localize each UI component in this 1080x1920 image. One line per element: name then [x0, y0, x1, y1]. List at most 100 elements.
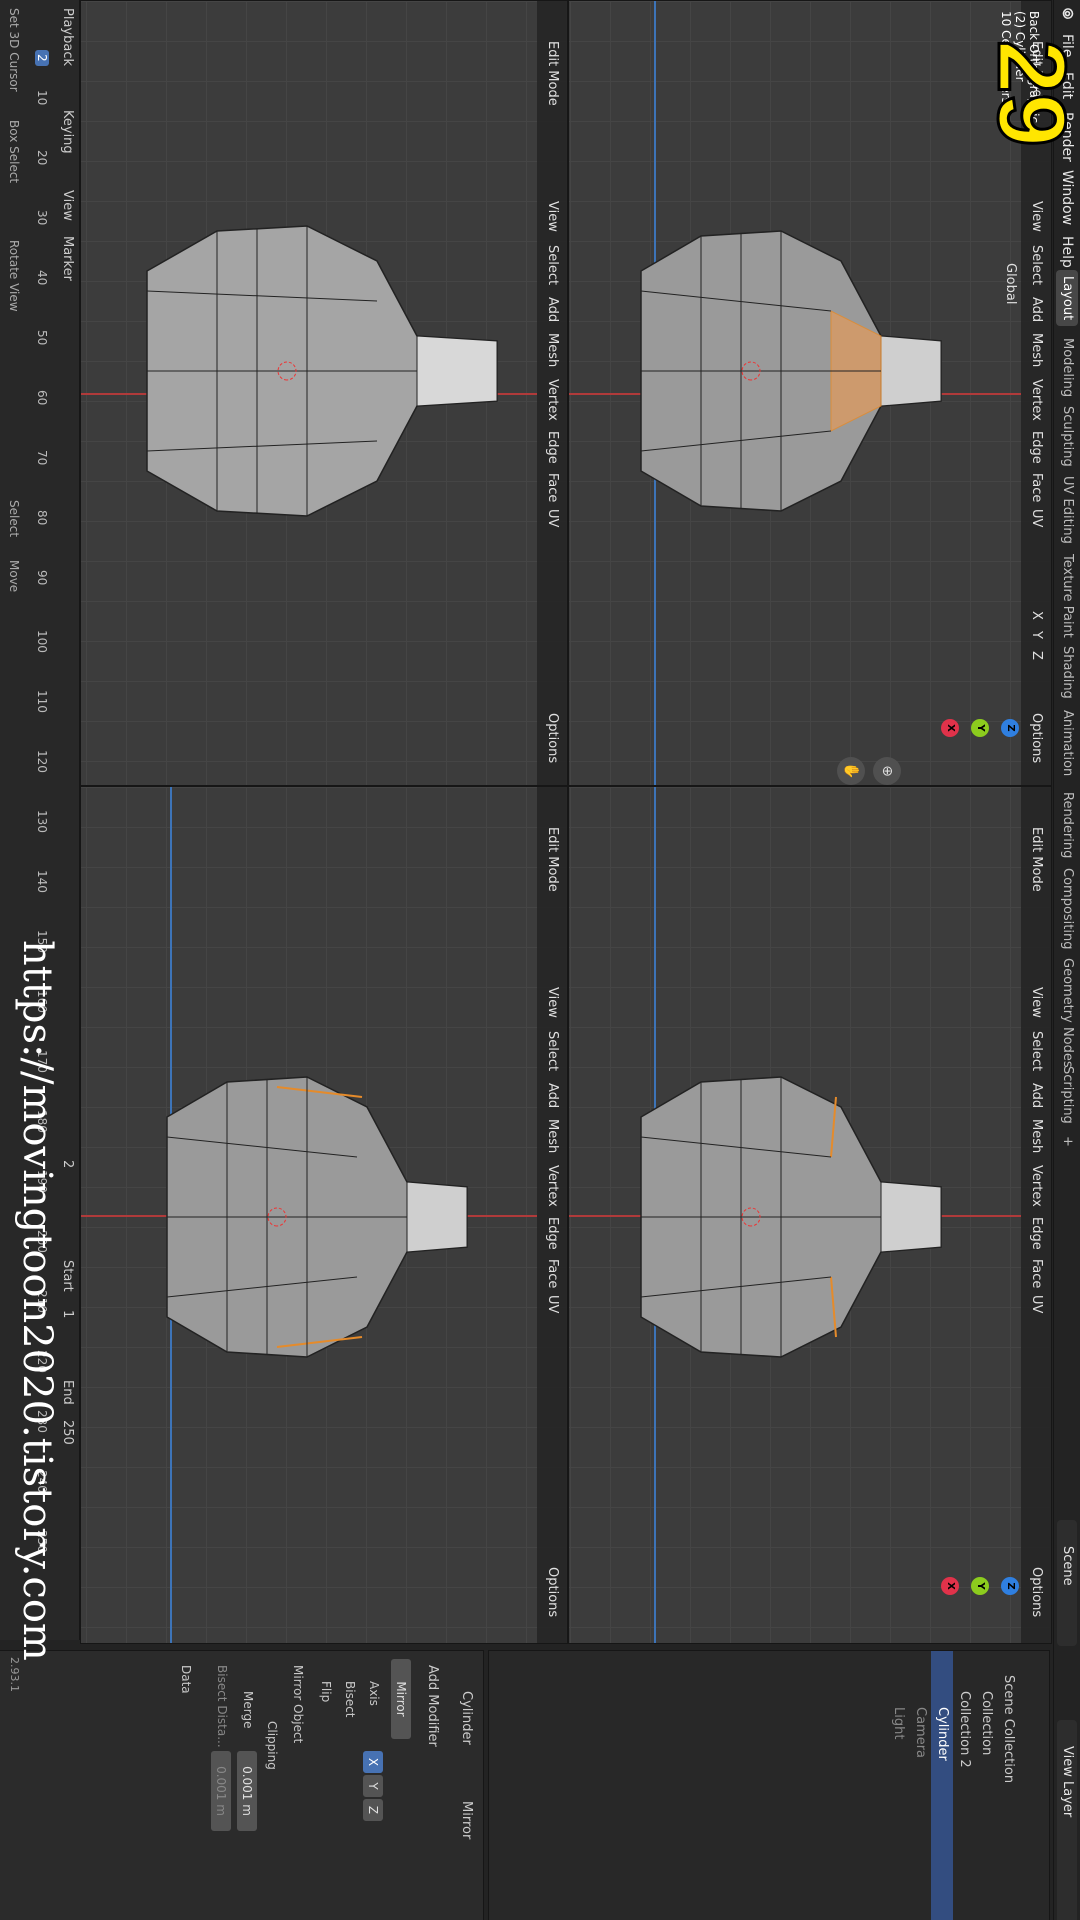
mesh-menu[interactable]: Mesh: [545, 1119, 560, 1153]
outliner-cylinder[interactable]: Cylinder: [931, 1651, 953, 1920]
gizmo-x-axis[interactable]: X: [941, 719, 959, 737]
gizmo-x-axis[interactable]: X: [941, 1577, 959, 1595]
tab-uv-editing[interactable]: UV Editing: [1056, 470, 1078, 550]
tab-modeling[interactable]: Modeling: [1056, 332, 1078, 403]
keying-menu[interactable]: Keying: [60, 110, 75, 154]
uv-menu[interactable]: UV: [545, 509, 560, 527]
add-menu[interactable]: Add: [545, 1083, 560, 1108]
view-menu[interactable]: View: [1029, 201, 1044, 232]
view-menu[interactable]: View: [1029, 987, 1044, 1018]
vertex-menu[interactable]: Vertex: [1029, 379, 1044, 421]
select-menu[interactable]: Select: [545, 1031, 560, 1071]
menu-window[interactable]: Window: [1059, 170, 1075, 225]
face-menu[interactable]: Face: [1029, 473, 1044, 502]
orientation-dropdown[interactable]: Global: [1003, 263, 1018, 304]
edge-menu[interactable]: Edge: [1029, 431, 1044, 464]
axis-x-toggle[interactable]: X: [1029, 611, 1044, 620]
outliner-scene-collection[interactable]: Scene Collection: [997, 1651, 1019, 1920]
vertex-menu[interactable]: Vertex: [545, 1165, 560, 1207]
tab-compositing[interactable]: Compositing: [1056, 862, 1078, 956]
uv-menu[interactable]: UV: [545, 1295, 560, 1313]
scene-selector[interactable]: Scene: [1057, 1520, 1077, 1646]
tab-scripting[interactable]: Scripting: [1056, 1060, 1078, 1130]
uv-menu[interactable]: UV: [1029, 1295, 1044, 1313]
clipping-checkbox[interactable]: Clipping: [265, 1721, 279, 1770]
tab-sculpting[interactable]: Sculpting: [1056, 400, 1078, 473]
tab-geometry-nodes[interactable]: Geometry Nodes: [1056, 952, 1078, 1074]
vertex-menu[interactable]: Vertex: [1029, 1165, 1044, 1207]
face-menu[interactable]: Face: [545, 473, 560, 502]
edge-menu[interactable]: Edge: [1029, 1217, 1044, 1250]
mesh-menu[interactable]: Mesh: [1029, 1119, 1044, 1153]
mode-selector[interactable]: Edit Mode: [1029, 827, 1044, 892]
gizmo-y-axis[interactable]: Y: [971, 1577, 989, 1595]
gizmo-y-axis[interactable]: Y: [971, 719, 989, 737]
viewport-bottom-left[interactable]: Edit Mode View Select Add Mesh Vertex Ed…: [80, 0, 568, 786]
vertex-menu[interactable]: Vertex: [545, 379, 560, 421]
blender-logo-icon[interactable]: ⦾: [1059, 8, 1075, 19]
add-menu[interactable]: Add: [1029, 297, 1044, 322]
axis-y-toggle[interactable]: Y: [363, 1775, 383, 1797]
select-menu[interactable]: Select: [545, 245, 560, 285]
tab-rendering[interactable]: Rendering: [1056, 786, 1078, 864]
uv-menu[interactable]: UV: [1029, 509, 1044, 527]
select-menu[interactable]: Select: [1029, 1031, 1044, 1071]
start-field[interactable]: 1: [60, 1310, 75, 1318]
options-dropdown[interactable]: Options: [545, 1567, 560, 1617]
add-modifier-dropdown[interactable]: Add Modifier: [421, 1651, 443, 1920]
outliner-collection[interactable]: Collection: [975, 1651, 997, 1920]
axis-z-toggle[interactable]: Z: [363, 1799, 383, 1821]
mesh-menu[interactable]: Mesh: [545, 333, 560, 367]
mode-selector[interactable]: Edit Mode: [545, 41, 560, 106]
face-menu[interactable]: Face: [545, 1259, 560, 1288]
face-menu[interactable]: Face: [1029, 1259, 1044, 1288]
data-subpanel[interactable]: Data: [179, 1665, 193, 1694]
bisect-distance-field[interactable]: 0.001 m: [211, 1751, 231, 1831]
edge-menu[interactable]: Edge: [545, 431, 560, 464]
menu-help[interactable]: Help: [1059, 236, 1075, 268]
marker-menu[interactable]: Marker: [60, 236, 75, 281]
current-frame-marker[interactable]: 2: [35, 50, 49, 66]
mode-selector[interactable]: Edit Mode: [545, 827, 560, 892]
axis-z-toggle[interactable]: Z: [1029, 651, 1044, 660]
view-menu[interactable]: View: [545, 987, 560, 1018]
view-menu[interactable]: View: [545, 201, 560, 232]
select-menu[interactable]: Select: [1029, 245, 1044, 285]
tab-animation[interactable]: Animation: [1056, 704, 1078, 782]
edge-menu[interactable]: Edge: [545, 1217, 560, 1250]
tab-shading[interactable]: Shading: [1056, 640, 1078, 705]
end-field[interactable]: 250: [60, 1420, 75, 1445]
playback-menu[interactable]: Playback: [60, 8, 75, 66]
outliner-collection-2[interactable]: Collection 2: [953, 1651, 975, 1920]
start-label: Start: [60, 1260, 75, 1292]
viewport-top-right[interactable]: Edit Mode View Select Add Mesh Vertex Ed…: [568, 786, 1052, 1644]
gizmo-z-axis[interactable]: Z: [1001, 1577, 1019, 1595]
view-layer-selector[interactable]: View Layer: [1057, 1720, 1077, 1920]
axis-y-toggle[interactable]: Y: [1029, 631, 1044, 639]
zoom-icon[interactable]: ⊕: [873, 757, 901, 785]
vase-mesh[interactable]: [621, 1027, 951, 1407]
add-menu[interactable]: Add: [545, 297, 560, 322]
outliner-light[interactable]: Light: [887, 1651, 909, 1920]
add-menu[interactable]: Add: [1029, 1083, 1044, 1108]
vase-mesh[interactable]: [127, 181, 507, 561]
tab-layout[interactable]: Layout: [1056, 270, 1078, 327]
pan-hand-icon[interactable]: ✋: [837, 757, 865, 785]
frame-field[interactable]: 2: [60, 1160, 75, 1168]
options-dropdown[interactable]: Options: [1029, 713, 1044, 763]
mesh-menu[interactable]: Mesh: [1029, 333, 1044, 367]
options-dropdown[interactable]: Options: [545, 713, 560, 763]
version-label: 2.93.1: [8, 1657, 21, 1692]
gizmo-z-axis[interactable]: Z: [1001, 719, 1019, 737]
viewport-bottom-right[interactable]: Edit Mode View Select Add Mesh Vertex Ed…: [80, 786, 568, 1644]
merge-field[interactable]: 0.001 m: [237, 1751, 257, 1831]
vase-mesh[interactable]: [621, 181, 951, 561]
modifier-name-field[interactable]: Mirror: [391, 1659, 411, 1739]
options-dropdown[interactable]: Options: [1029, 1567, 1044, 1617]
axis-x-toggle[interactable]: X: [363, 1751, 383, 1773]
vase-mesh[interactable]: [147, 1027, 477, 1407]
add-workspace-button[interactable]: +: [1056, 1130, 1078, 1153]
tab-texture-paint[interactable]: Texture Paint: [1056, 548, 1078, 644]
timeline-view-menu[interactable]: View: [60, 190, 75, 221]
outliner-camera[interactable]: Camera: [909, 1651, 931, 1920]
